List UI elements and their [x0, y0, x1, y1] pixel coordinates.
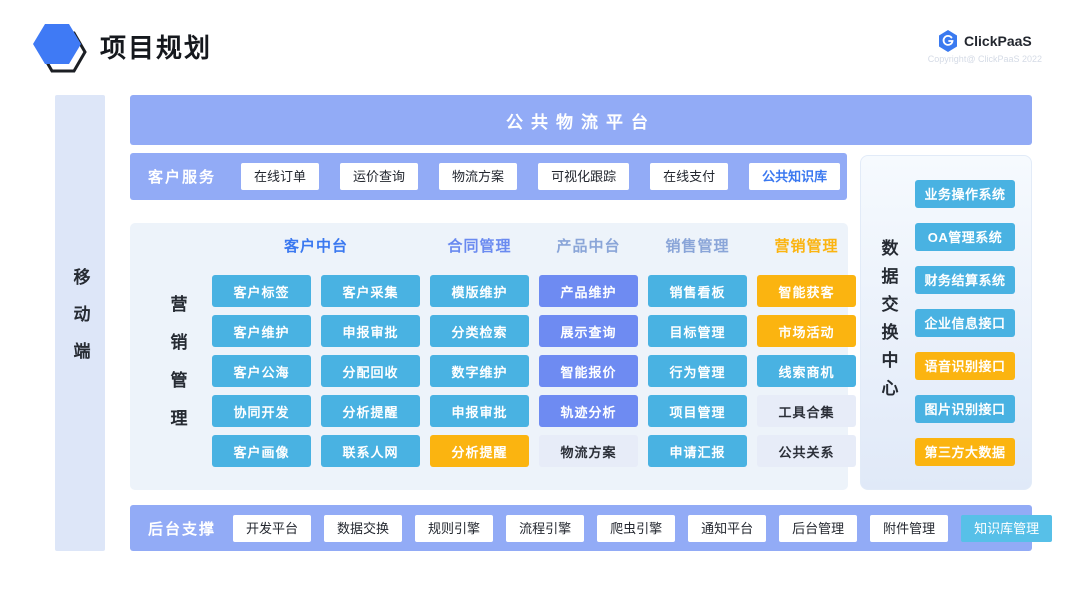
matrix-cell[interactable]: 市场活动 — [757, 315, 856, 347]
backend-button[interactable]: 通知平台 — [688, 515, 766, 542]
matrix-column-header: 客户中台 — [212, 223, 420, 267]
data-exchange-panel: 数据交换中心 业务操作系统 OA管理系统财务结算系统企业信息接口语音识别接口图片识… — [860, 155, 1032, 490]
brand-logo: ClickPaaS Copyright@ ClickPaaS 2022 — [928, 30, 1042, 64]
matrix-side-label-wrap: 营销管理 — [152, 275, 202, 467]
customer-service-label: 客户服务 — [148, 166, 216, 187]
matrix-cell[interactable]: 数字维护 — [430, 355, 529, 387]
page: 项目规划 ClickPaaS Copyright@ ClickPaaS 2022… — [0, 0, 1080, 608]
backend-button[interactable]: 规则引擎 — [415, 515, 493, 542]
matrix-cell[interactable]: 项目管理 — [648, 395, 747, 427]
data-exchange-button[interactable]: 企业信息接口 — [915, 309, 1015, 337]
data-exchange-button[interactable]: OA管理系统 — [915, 223, 1015, 251]
matrix-panel: 营销管理 客户中台合同管理产品中台销售管理营销管理客户标签客户采集模版维护产品维… — [130, 223, 848, 490]
top-banner: 公共物流平台 — [130, 95, 1032, 145]
matrix-cell[interactable]: 分类检索 — [430, 315, 529, 347]
data-exchange-side-label-wrap: 数据交换中心 — [861, 156, 915, 489]
matrix-cell[interactable]: 线索商机 — [757, 355, 856, 387]
matrix-cell[interactable]: 行为管理 — [648, 355, 747, 387]
copyright-text: Copyright@ ClickPaaS 2022 — [928, 54, 1042, 64]
customer-service-button[interactable]: 公共知识库 — [749, 163, 840, 190]
top-banner-label: 公共物流平台 — [506, 108, 656, 133]
matrix-cell[interactable]: 申报审批 — [321, 315, 420, 347]
matrix-cell[interactable]: 协同开发 — [212, 395, 311, 427]
customer-service-button[interactable]: 物流方案 — [439, 163, 517, 190]
backend-button[interactable]: 数据交换 — [324, 515, 402, 542]
data-exchange-button[interactable]: 语音识别接口 — [915, 352, 1015, 380]
page-title: 项目规划 — [100, 28, 212, 65]
matrix-cell[interactable]: 轨迹分析 — [539, 395, 638, 427]
matrix-cell[interactable]: 申报审批 — [430, 395, 529, 427]
matrix-cell[interactable]: 工具合集 — [757, 395, 856, 427]
customer-service-button[interactable]: 在线订单 — [241, 163, 319, 190]
data-exchange-button[interactable]: 业务操作系统 — [915, 180, 1015, 208]
mobile-sidebar-label: 移动端 — [68, 268, 93, 379]
matrix-column-header: 合同管理 — [430, 223, 529, 267]
matrix-cell[interactable]: 智能获客 — [757, 275, 856, 307]
matrix-cell[interactable]: 联系人网 — [321, 435, 420, 467]
customer-service-button[interactable]: 在线支付 — [650, 163, 728, 190]
backend-button[interactable]: 知识库管理 — [961, 515, 1052, 542]
matrix-cell[interactable]: 销售看板 — [648, 275, 747, 307]
customer-service-button[interactable]: 可视化跟踪 — [538, 163, 629, 190]
data-exchange-button[interactable]: 第三方大数据 — [915, 438, 1015, 466]
matrix-cell[interactable]: 目标管理 — [648, 315, 747, 347]
mobile-sidebar: 移动端 — [55, 95, 105, 551]
matrix-cell[interactable]: 产品维护 — [539, 275, 638, 307]
data-exchange-button[interactable]: 财务结算系统 — [915, 266, 1015, 294]
matrix-cell[interactable]: 物流方案 — [539, 435, 638, 467]
matrix-cell[interactable]: 客户画像 — [212, 435, 311, 467]
matrix-cell[interactable]: 申请汇报 — [648, 435, 747, 467]
matrix-side-label: 营销管理 — [165, 295, 190, 447]
brand-name: ClickPaaS — [964, 33, 1032, 49]
app-logo-hexagon-icon — [33, 22, 93, 74]
matrix-cell[interactable]: 客户公海 — [212, 355, 311, 387]
backend-button[interactable]: 后台管理 — [779, 515, 857, 542]
backend-button[interactable]: 流程引擎 — [506, 515, 584, 542]
matrix-cell[interactable]: 公共关系 — [757, 435, 856, 467]
data-exchange-button[interactable]: 图片识别接口 — [915, 395, 1015, 423]
backend-button[interactable]: 开发平台 — [233, 515, 311, 542]
backend-support-bar: 后台支撑 开发平台数据交换规则引擎流程引擎爬虫引擎通知平台后台管理附件管理知识库… — [130, 505, 1032, 551]
backend-support-label: 后台支撑 — [148, 518, 216, 539]
matrix-cell[interactable]: 展示查询 — [539, 315, 638, 347]
matrix-cell[interactable]: 分析提醒 — [321, 395, 420, 427]
matrix-cell[interactable]: 客户采集 — [321, 275, 420, 307]
data-exchange-side-label: 数据交换中心 — [876, 239, 901, 407]
clickpaas-hexagon-icon — [938, 30, 958, 52]
matrix-column-header: 销售管理 — [648, 223, 747, 267]
matrix-column-header: 产品中台 — [539, 223, 638, 267]
matrix-cell[interactable]: 客户标签 — [212, 275, 311, 307]
backend-button[interactable]: 附件管理 — [870, 515, 948, 542]
data-exchange-list: 业务操作系统 OA管理系统财务结算系统企业信息接口语音识别接口图片识别接口第三方大… — [915, 156, 1031, 489]
matrix-cell[interactable]: 分配回收 — [321, 355, 420, 387]
matrix-cell[interactable]: 客户维护 — [212, 315, 311, 347]
customer-service-bar: 客户服务 在线订单运价查询物流方案可视化跟踪在线支付公共知识库 — [130, 153, 847, 200]
matrix-cell[interactable]: 智能报价 — [539, 355, 638, 387]
matrix-cell[interactable]: 模版维护 — [430, 275, 529, 307]
matrix-column-header: 营销管理 — [757, 223, 856, 267]
backend-button[interactable]: 爬虫引擎 — [597, 515, 675, 542]
customer-service-button[interactable]: 运价查询 — [340, 163, 418, 190]
matrix-cell[interactable]: 分析提醒 — [430, 435, 529, 467]
